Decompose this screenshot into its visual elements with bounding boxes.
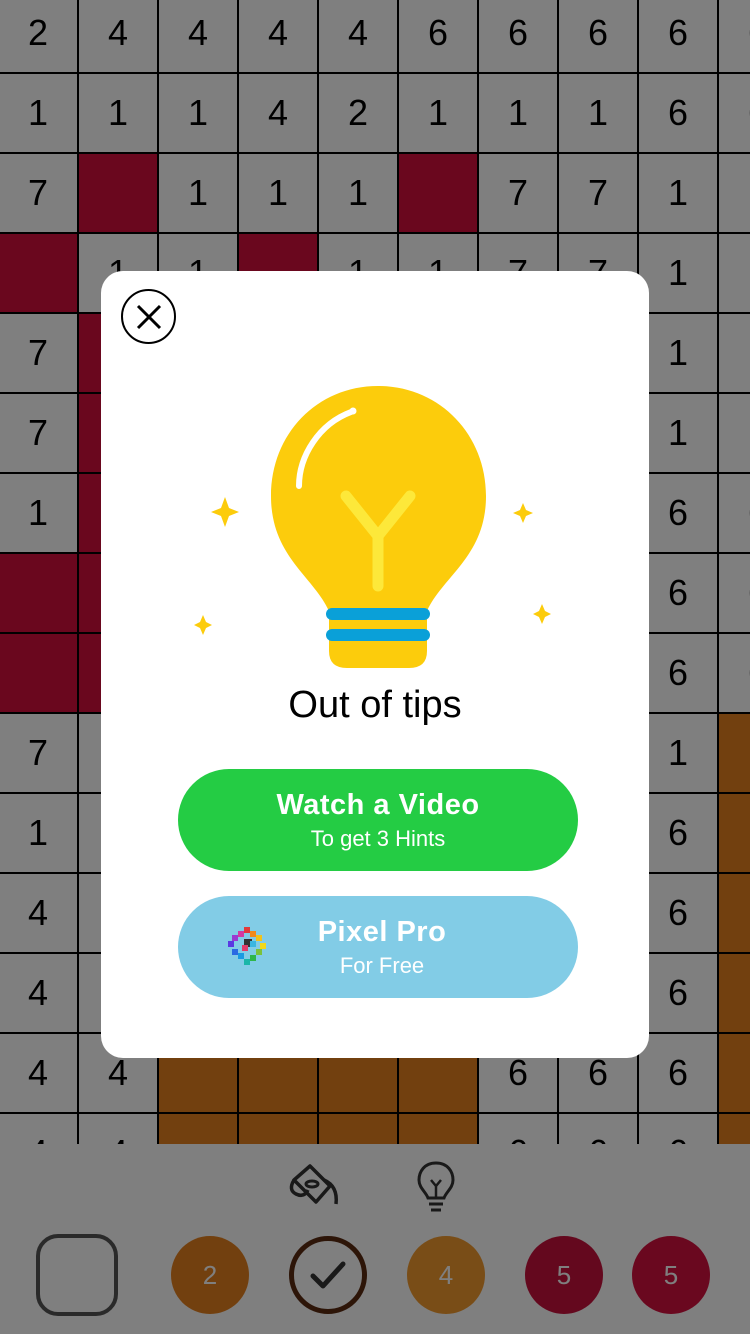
close-button[interactable] [121, 289, 176, 344]
dialog-title: Out of tips [288, 684, 462, 726]
close-icon [136, 304, 161, 329]
pixel-pro-button[interactable]: Pixel Pro For Free [178, 896, 578, 998]
pixel-pro-subtitle: For Free [339, 953, 425, 978]
watch-video-label: Watch a Video [276, 789, 480, 821]
watch-video-subtitle: To get 3 Hints [310, 826, 446, 851]
watch-video-button[interactable]: Watch a Video To get 3 Hints [178, 769, 578, 871]
out-of-tips-dialog: Out of tips Watch a Video To get 3 Hints… [101, 271, 649, 1058]
pixel-pro-label: Pixel Pro [317, 916, 447, 948]
lightbulb-icon [194, 386, 551, 668]
pixel-pinwheel-icon [228, 927, 266, 965]
